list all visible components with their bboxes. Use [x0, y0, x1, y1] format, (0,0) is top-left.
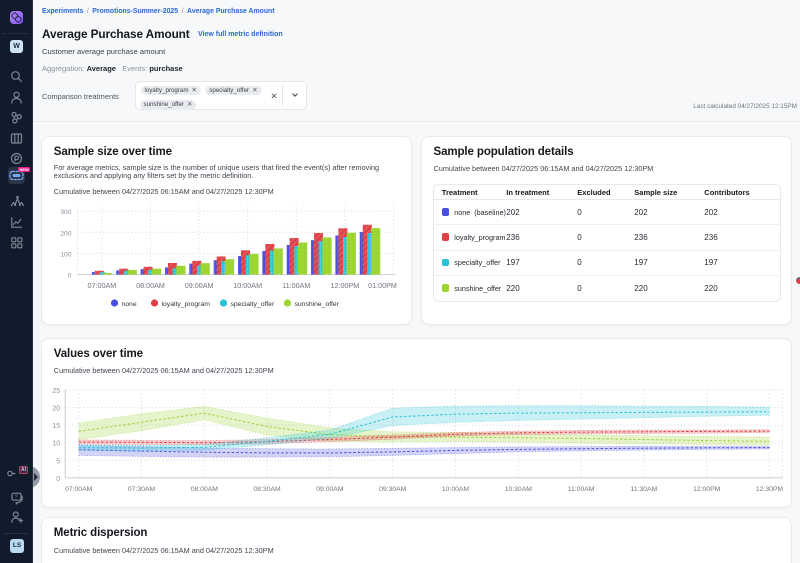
- svg-text:08:00AM: 08:00AM: [136, 281, 165, 290]
- svg-text:11:00AM: 11:00AM: [282, 281, 310, 290]
- svg-text:100: 100: [60, 251, 71, 258]
- svg-text:20: 20: [52, 406, 60, 413]
- svg-text:09:00AM: 09:00AM: [316, 486, 344, 493]
- svg-text:300: 300: [60, 209, 71, 216]
- svg-text:15: 15: [52, 423, 60, 430]
- svg-text:200: 200: [60, 230, 71, 237]
- svg-text:11:00AM: 11:00AM: [568, 486, 595, 493]
- svg-text:12:00PM: 12:00PM: [693, 486, 721, 493]
- svg-text:10:00AM: 10:00AM: [233, 281, 262, 290]
- svg-text:0: 0: [68, 273, 72, 280]
- svg-text:10:30AM: 10:30AM: [505, 486, 533, 493]
- svg-text:07:00AM: 07:00AM: [88, 281, 117, 290]
- svg-text:5: 5: [56, 458, 60, 465]
- svg-text:09:30AM: 09:30AM: [379, 486, 407, 493]
- svg-text:07:30AM: 07:30AM: [128, 486, 156, 493]
- svg-text:25: 25: [52, 388, 60, 395]
- svg-text:none: none: [122, 301, 137, 308]
- svg-text:0: 0: [56, 476, 60, 483]
- svg-text:specialty_offer: specialty_offer: [231, 301, 275, 308]
- svg-text:sunshine_offer: sunshine_offer: [295, 301, 340, 308]
- svg-text:11:30AM: 11:30AM: [631, 486, 658, 493]
- svg-text:?: ?: [15, 495, 18, 501]
- svg-text:07:00AM: 07:00AM: [65, 486, 93, 493]
- svg-text:10:00AM: 10:00AM: [442, 486, 470, 493]
- svg-text:12:30PM: 12:30PM: [756, 486, 784, 493]
- svg-text:12:00PM: 12:00PM: [331, 281, 360, 290]
- svg-text:08:00AM: 08:00AM: [191, 486, 219, 493]
- svg-text:08:30AM: 08:30AM: [253, 486, 281, 493]
- svg-text:01:00PM: 01:00PM: [368, 281, 397, 290]
- svg-text:10: 10: [52, 441, 60, 448]
- svg-text:loyalty_program: loyalty_program: [162, 301, 211, 308]
- svg-text:09:00AM: 09:00AM: [185, 281, 214, 290]
